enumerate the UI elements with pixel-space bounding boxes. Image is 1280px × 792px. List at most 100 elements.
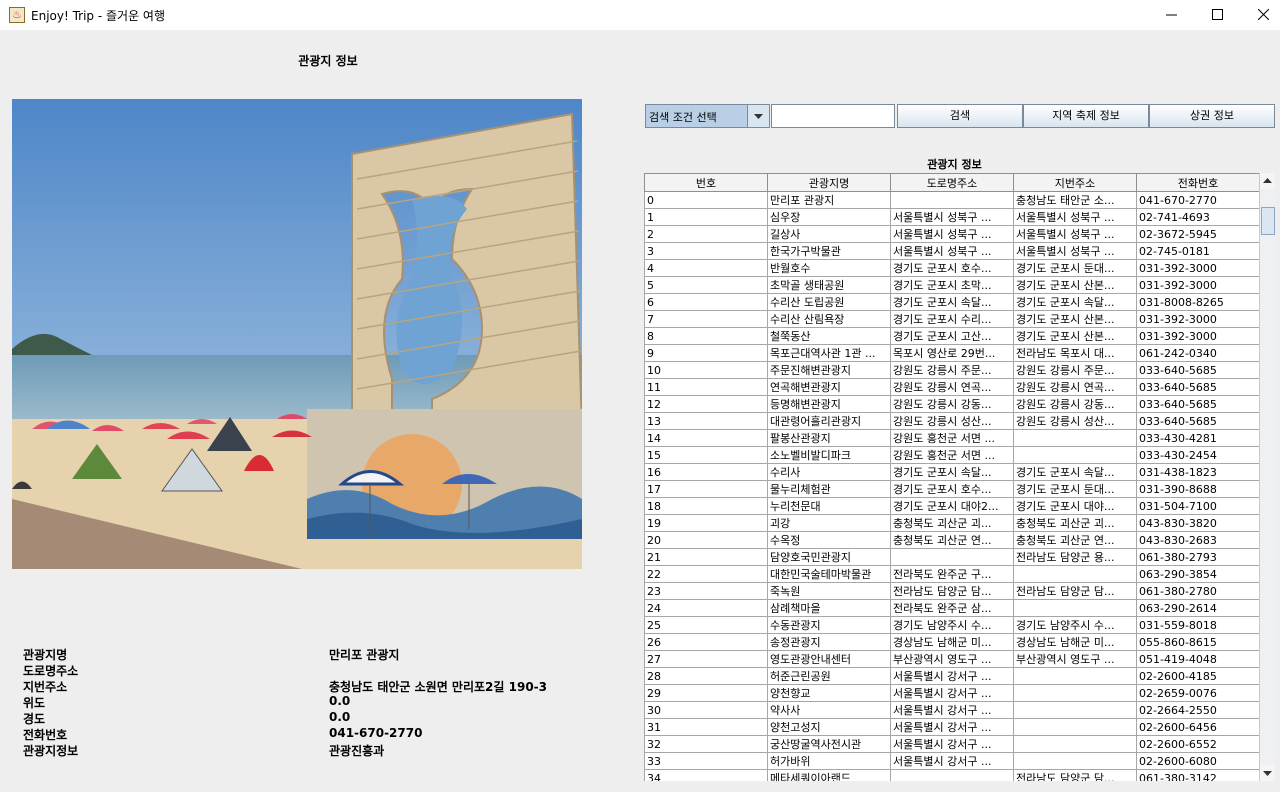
table-cell[interactable]: 충청북도 괴산군 괴... (890, 514, 1014, 532)
table-row[interactable]: 31 양천고성지 서울특별시 강서구 ... 02-2600-6456 (644, 718, 1260, 736)
table-cell[interactable]: 34 (644, 769, 768, 781)
table-cell[interactable]: 031-438-1823 (1136, 463, 1260, 481)
table-cell[interactable]: 서울특별시 강서구 ... (890, 718, 1014, 736)
table-cell[interactable]: 055-860-8615 (1136, 633, 1260, 651)
table-cell[interactable]: 삼례책마을 (767, 599, 891, 617)
table-cell[interactable]: 서울특별시 강서구 ... (890, 667, 1014, 685)
table-cell[interactable]: 주문진해변관광지 (767, 361, 891, 379)
table-cell[interactable]: 02-3672-5945 (1136, 225, 1260, 243)
table-row[interactable]: 8 철쭉동산 경기도 군포시 고산... 경기도 군포시 산본... 031-392-3… (644, 327, 1260, 345)
table-cell[interactable]: 경기도 군포시 고산... (890, 327, 1014, 345)
table-cell[interactable]: 강원도 강릉시 성산... (890, 412, 1014, 430)
table-cell[interactable]: 만리포 관광지 (767, 191, 891, 209)
table-cell[interactable] (890, 769, 1014, 781)
table-cell[interactable]: 팔봉산관광지 (767, 429, 891, 447)
table-row[interactable]: 0 만리포 관광지 충청남도 태안군 소... 041-670-2770 (644, 191, 1260, 209)
table-cell[interactable]: 괴강 (767, 514, 891, 532)
table-cell[interactable]: 송정관광지 (767, 633, 891, 651)
table-cell[interactable]: 22 (644, 565, 768, 583)
table-cell[interactable]: 063-290-3854 (1136, 565, 1260, 583)
table-cell[interactable]: 죽녹원 (767, 582, 891, 600)
table-row[interactable]: 26 송정관광지 경상남도 남해군 미... 경상남도 남해군 미... 055-860… (644, 633, 1260, 651)
table-row[interactable]: 4 반월호수 경기도 군포시 호수... 경기도 군포시 둔대... 031-392-3… (644, 259, 1260, 277)
table-row[interactable]: 2 길상사 서울특별시 성북구 ... 서울특별시 성북구 ... 02-3672-59… (644, 225, 1260, 243)
table-cell[interactable]: 수동관광지 (767, 616, 891, 634)
table-cell[interactable]: 한국가구박물관 (767, 242, 891, 260)
table-cell[interactable] (1013, 667, 1137, 685)
table-cell[interactable]: 23 (644, 582, 768, 600)
table-cell[interactable]: 수옥정 (767, 531, 891, 549)
table-cell[interactable] (1013, 565, 1137, 583)
scroll-up-icon[interactable] (1260, 173, 1275, 189)
table-cell[interactable]: 서울특별시 강서구 ... (890, 735, 1014, 753)
table-cell[interactable]: 061-242-0340 (1136, 344, 1260, 362)
table-cell[interactable]: 031-390-8688 (1136, 480, 1260, 498)
table-row[interactable]: 33 허가바위 서울특별시 강서구 ... 02-2600-6080 (644, 752, 1260, 770)
table-cell[interactable]: 033-430-2454 (1136, 446, 1260, 464)
table-cell[interactable]: 서울특별시 강서구 ... (890, 684, 1014, 702)
table-row[interactable]: 27 영도관광안내센터 부산광역시 영도구 ... 부산광역시 영도구 ... 051-… (644, 650, 1260, 668)
table-cell[interactable]: 033-430-4281 (1136, 429, 1260, 447)
table-cell[interactable]: 강원도 강릉시 강동... (1013, 395, 1137, 413)
table-cell[interactable]: 양천향교 (767, 684, 891, 702)
table-cell[interactable]: 043-830-3820 (1136, 514, 1260, 532)
table-cell[interactable]: 031-8008-8265 (1136, 293, 1260, 311)
table-cell[interactable]: 30 (644, 701, 768, 719)
table-cell[interactable]: 061-380-3142 (1136, 769, 1260, 781)
table-cell[interactable]: 강원도 강릉시 주문... (1013, 361, 1137, 379)
scroll-down-icon[interactable] (1260, 765, 1275, 781)
table-cell[interactable]: 043-830-2683 (1136, 531, 1260, 549)
table-cell[interactable]: 경기도 군포시 산본... (1013, 327, 1137, 345)
table-cell[interactable]: 강원도 강릉시 연곡... (890, 378, 1014, 396)
table-cell[interactable]: 경기도 군포시 속달... (1013, 463, 1137, 481)
table-cell[interactable]: 전라남도 목포시 대... (1013, 344, 1137, 362)
table-cell[interactable]: 허준근린공원 (767, 667, 891, 685)
table-cell[interactable]: 대한민국술테마박물관 (767, 565, 891, 583)
table-row[interactable]: 5 초막골 생태공원 경기도 군포시 초막... 경기도 군포시 산본... 031-3… (644, 276, 1260, 294)
table-cell[interactable]: 서울특별시 성북구 ... (890, 225, 1014, 243)
table-cell[interactable]: 전라남도 담양군 담... (1013, 582, 1137, 600)
table-cell[interactable]: 초막골 생태공원 (767, 276, 891, 294)
table-row[interactable]: 20 수옥정 충청북도 괴산군 연... 충청북도 괴산군 연... 043-830-2… (644, 531, 1260, 549)
table-cell[interactable]: 서울특별시 강서구 ... (890, 752, 1014, 770)
table-cell[interactable]: 02-2600-6080 (1136, 752, 1260, 770)
table-row[interactable]: 29 양천향교 서울특별시 강서구 ... 02-2659-0076 (644, 684, 1260, 702)
table-cell[interactable]: 경기도 군포시 속달... (890, 293, 1014, 311)
table-cell[interactable]: 32 (644, 735, 768, 753)
table-cell[interactable]: 서울특별시 성북구 ... (1013, 242, 1137, 260)
table-row[interactable]: 10 주문진해변관광지 강원도 강릉시 주문... 강원도 강릉시 주문... 033-… (644, 361, 1260, 379)
table-cell[interactable]: 31 (644, 718, 768, 736)
table-cell[interactable] (1013, 684, 1137, 702)
table-cell[interactable]: 14 (644, 429, 768, 447)
column-header-road-address[interactable]: 도로명주소 (890, 173, 1014, 192)
table-cell[interactable]: 경기도 군포시 산본... (1013, 310, 1137, 328)
table-cell[interactable]: 반월호수 (767, 259, 891, 277)
table-cell[interactable]: 양천고성지 (767, 718, 891, 736)
table-row[interactable]: 22 대한민국술테마박물관 전라북도 완주군 구... 063-290-3854 (644, 565, 1260, 583)
table-cell[interactable]: 02-2664-2550 (1136, 701, 1260, 719)
table-row[interactable]: 9 목포근대역사관 1관 ... 목포시 영산로 29번... 전라남도 목포시 대.… (644, 344, 1260, 362)
table-cell[interactable]: 경기도 군포시 속달... (890, 463, 1014, 481)
maximize-button[interactable] (1194, 0, 1240, 30)
table-row[interactable]: 13 대관령어흘리관광지 강원도 강릉시 성산... 강원도 강릉시 성산... 033… (644, 412, 1260, 430)
column-header-lot-address[interactable]: 지번주소 (1013, 173, 1137, 192)
table-cell[interactable] (890, 191, 1014, 209)
table-row[interactable]: 32 궁산땅굴역사전시관 서울특별시 강서구 ... 02-2600-6552 (644, 735, 1260, 753)
table-cell[interactable]: 27 (644, 650, 768, 668)
table-cell[interactable]: 13 (644, 412, 768, 430)
table-cell[interactable]: 경상남도 남해군 미... (890, 633, 1014, 651)
table-cell[interactable] (1013, 752, 1137, 770)
table-cell[interactable]: 경기도 군포시 호수... (890, 259, 1014, 277)
table-cell[interactable]: 목포시 영산로 29번... (890, 344, 1014, 362)
table-cell[interactable]: 강원도 강릉시 주문... (890, 361, 1014, 379)
table-cell[interactable]: 강원도 강릉시 연곡... (1013, 378, 1137, 396)
table-cell[interactable]: 5 (644, 276, 768, 294)
table-row[interactable]: 21 담양호국민관광지 전라남도 담양군 용... 061-380-2793 (644, 548, 1260, 566)
table-cell[interactable]: 약사사 (767, 701, 891, 719)
table-cell[interactable]: 24 (644, 599, 768, 617)
table-cell[interactable]: 4 (644, 259, 768, 277)
table-cell[interactable]: 등명해변관광지 (767, 395, 891, 413)
table-cell[interactable]: 18 (644, 497, 768, 515)
table-cell[interactable]: 충청북도 괴산군 괴... (1013, 514, 1137, 532)
table-cell[interactable]: 041-670-2770 (1136, 191, 1260, 209)
